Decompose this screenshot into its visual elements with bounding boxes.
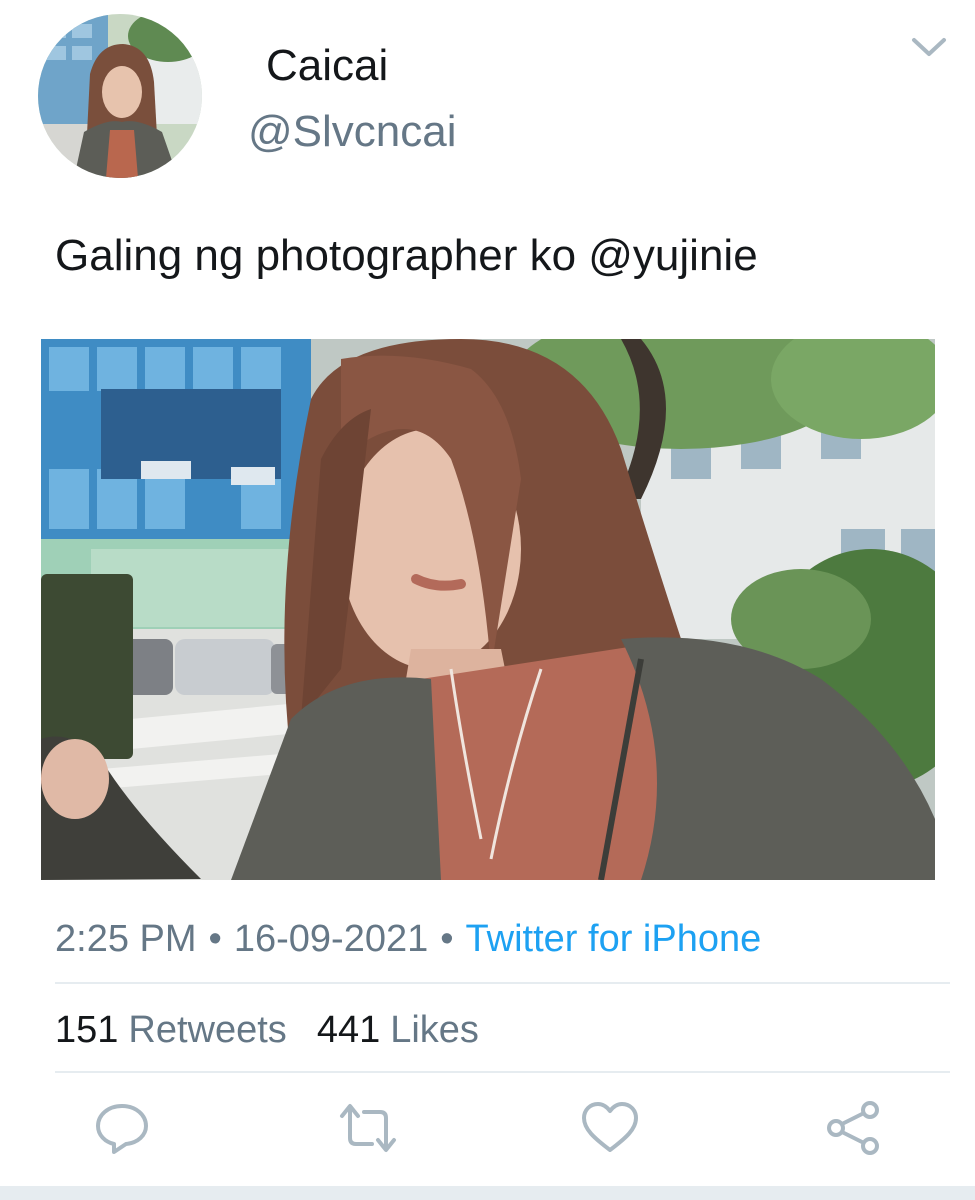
retweet-icon[interactable]: [336, 1098, 396, 1158]
likes-label: Likes: [390, 1009, 479, 1051]
tweet-text: Galing ng photographer ko @yujinie: [55, 228, 758, 284]
retweets-count: 151: [55, 1009, 119, 1051]
retweets-stat[interactable]: 151 Retweets: [55, 1009, 287, 1051]
tweet-meta: 2:25 PM • 16-09-2021 • Twitter for iPhone: [55, 915, 761, 963]
display-name[interactable]: Caicai: [266, 40, 388, 92]
likes-count: 441: [316, 1009, 381, 1051]
tweet-photo[interactable]: [41, 339, 935, 880]
heart-icon[interactable]: [580, 1098, 640, 1158]
bottom-separator: [0, 1186, 975, 1200]
tweet-text-body: Galing ng photographer ko: [55, 231, 589, 280]
mention-link[interactable]: @yujinie: [588, 231, 757, 280]
tweet-time[interactable]: 2:25 PM: [55, 918, 197, 960]
share-icon[interactable]: [824, 1098, 884, 1158]
tweet-date[interactable]: 16-09-2021: [234, 918, 428, 960]
divider: [55, 982, 950, 984]
separator-dot: •: [208, 918, 222, 960]
tweet-card: Caicai @Slvcncai Galing ng photographer …: [0, 0, 975, 1200]
user-handle[interactable]: @Slvcncai: [248, 106, 457, 158]
reply-icon[interactable]: [92, 1098, 152, 1158]
likes-stat[interactable]: 441 Likes: [317, 1009, 479, 1051]
retweets-label: Retweets: [128, 1009, 287, 1051]
tweet-source[interactable]: Twitter for iPhone: [466, 918, 762, 960]
avatar[interactable]: [38, 14, 202, 178]
chevron-down-icon[interactable]: [904, 28, 954, 68]
separator-dot: •: [440, 918, 454, 960]
divider: [55, 1071, 950, 1073]
tweet-stats: 151 Retweets 441 Likes: [55, 1006, 479, 1054]
